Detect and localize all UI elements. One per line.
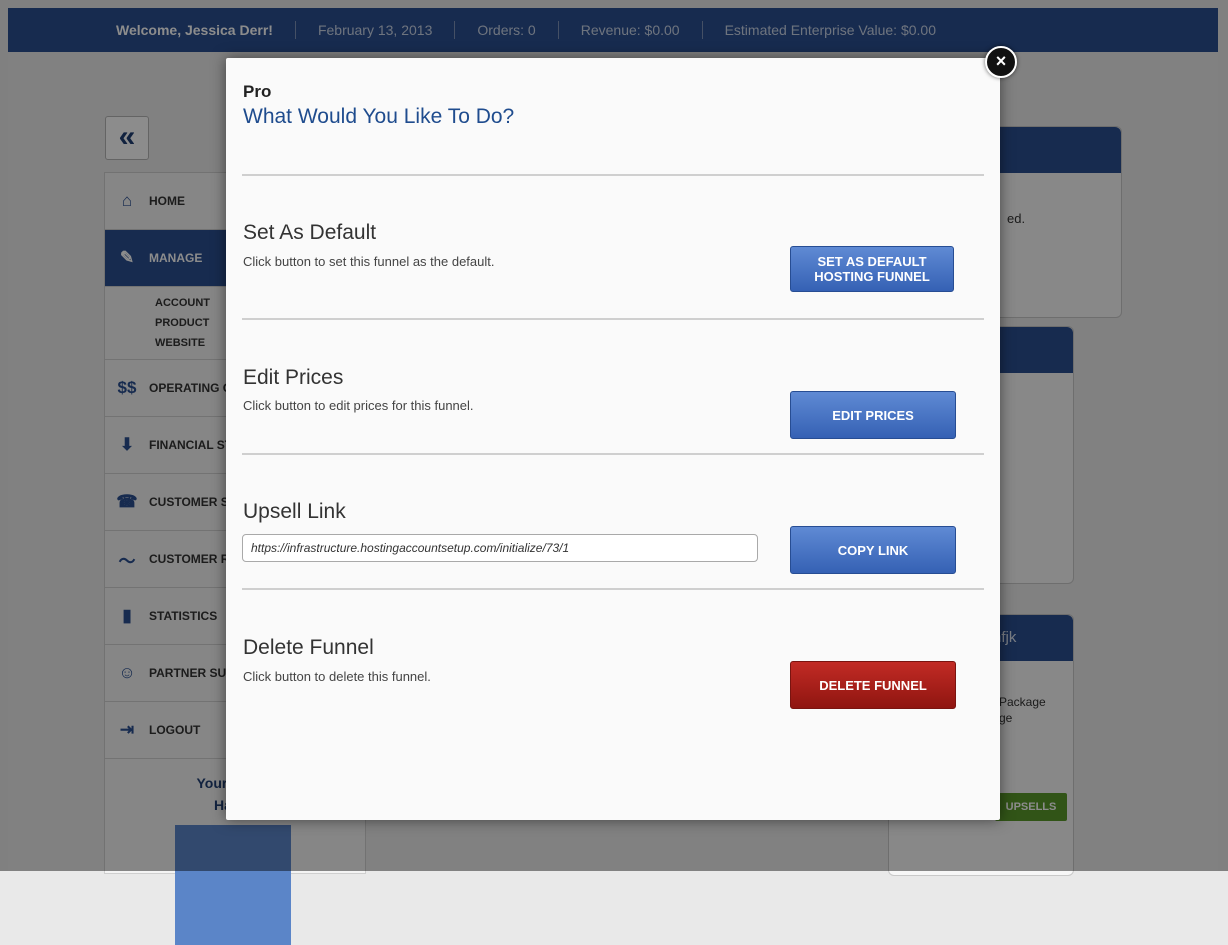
divider <box>242 453 984 455</box>
divider <box>242 588 984 590</box>
modal-subtitle: Pro <box>243 82 272 101</box>
close-icon[interactable]: × <box>985 46 1017 78</box>
delete-funnel-button[interactable]: DELETE FUNNEL <box>790 661 956 709</box>
section-title-edit-prices: Edit Prices <box>243 366 344 389</box>
section-title-delete-funnel: Delete Funnel <box>243 636 374 659</box>
section-desc-edit-prices: Click button to edit prices for this fun… <box>243 398 474 413</box>
section-title-upsell-link: Upsell Link <box>243 500 346 523</box>
section-desc-delete-funnel: Click button to delete this funnel. <box>243 669 431 684</box>
modal-title: What Would You Like To Do? <box>243 105 515 128</box>
edit-prices-button[interactable]: EDIT PRICES <box>790 391 956 439</box>
divider <box>242 318 984 320</box>
section-title-set-default: Set As Default <box>243 221 377 244</box>
divider <box>242 174 984 176</box>
section-desc-set-default: Click button to set this funnel as the d… <box>243 254 495 269</box>
upsell-link-input[interactable] <box>242 534 758 562</box>
funnel-options-modal: Pro What Would You Like To Do? Set As De… <box>226 58 1000 820</box>
set-default-hosting-funnel-button[interactable]: SET AS DEFAULT HOSTING FUNNEL <box>790 246 954 292</box>
copy-link-button[interactable]: COPY LINK <box>790 526 956 574</box>
